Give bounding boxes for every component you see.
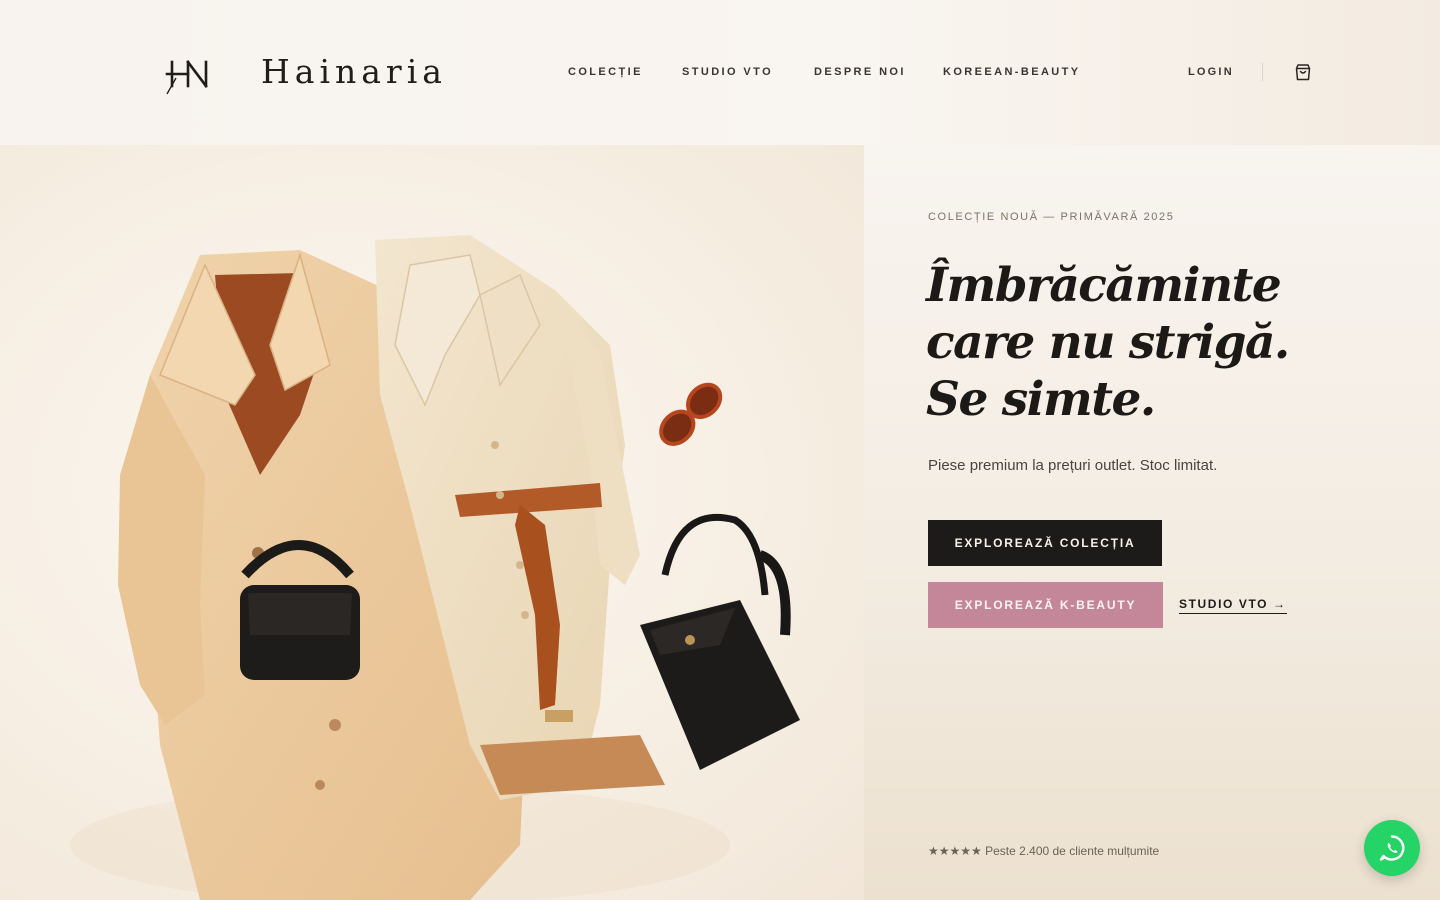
brand-name[interactable]: Hainaria: [261, 52, 447, 91]
headline-line-2: care nu strigă.: [926, 315, 1290, 370]
nav-item-colectie[interactable]: COLECȚIE: [568, 66, 643, 78]
hero-text-panel: COLECȚIE NOUĂ — PRIMĂVARĂ 2025 Îmbrăcămi…: [864, 145, 1440, 900]
studio-vto-link[interactable]: STUDIO VTO →: [1179, 597, 1287, 614]
login-link[interactable]: LOGIN: [1188, 66, 1234, 78]
headline-line-3: Se simte.: [926, 372, 1156, 427]
customer-rating: ★★★★★ Peste 2.400 de cliente mulțumite: [928, 844, 1160, 858]
explore-collection-button[interactable]: EXPLOREAZĂ COLECȚIA: [928, 520, 1162, 566]
explore-kbeauty-button[interactable]: EXPLOREAZĂ K-BEAUTY: [928, 582, 1163, 628]
flatlay-illustration: [70, 235, 800, 900]
site-header: Hainaria COLECȚIE STUDIO VTO DESPRE NOI …: [0, 0, 1440, 145]
hn-monogram-icon[interactable]: [164, 54, 214, 96]
whatsapp-button[interactable]: [1364, 820, 1420, 876]
fashion-flatlay-image: [0, 145, 864, 900]
hero-subtitle: Piese premium la prețuri outlet. Stoc li…: [928, 457, 1218, 474]
whatsapp-icon: [1379, 835, 1405, 861]
nav-item-studio-vto[interactable]: STUDIO VTO: [682, 66, 773, 78]
header-divider: [1262, 63, 1263, 81]
hero-headline: Îmbrăcăminte care nu strigă. Se simte.: [926, 257, 1386, 428]
shopping-bag-icon[interactable]: [1293, 62, 1313, 82]
nav-item-despre-noi[interactable]: DESPRE NOI: [814, 66, 906, 78]
headline-line-1: Îmbrăcăminte: [926, 258, 1282, 313]
collection-eyebrow: COLECȚIE NOUĂ — PRIMĂVARĂ 2025: [928, 211, 1175, 223]
nav-item-korean-beauty[interactable]: KOREEAN-BEAUTY: [943, 66, 1081, 78]
